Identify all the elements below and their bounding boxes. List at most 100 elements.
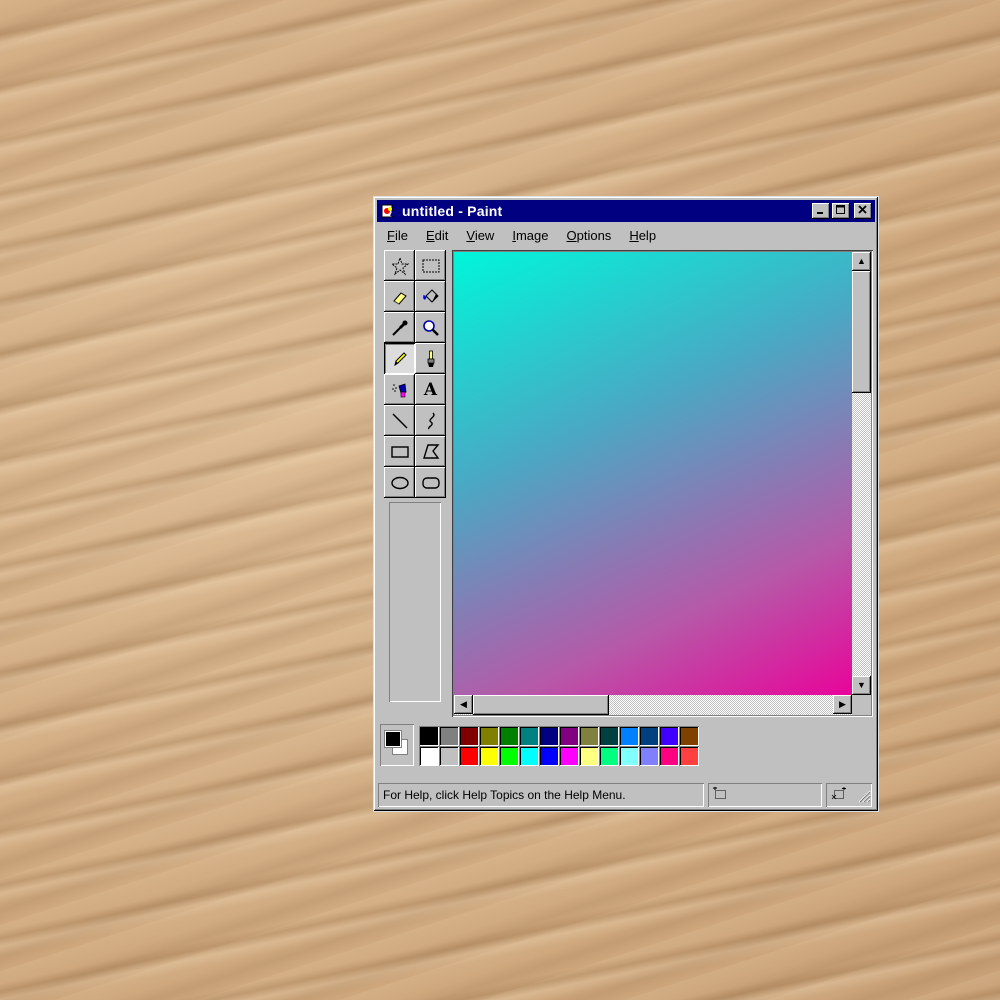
palette-swatch[interactable] (659, 746, 679, 766)
tool-ellipse[interactable] (384, 467, 415, 498)
tool-magnifier[interactable] (415, 312, 446, 343)
palette-swatch[interactable] (439, 746, 459, 766)
menu-edit[interactable]: Edit (416, 228, 456, 243)
menu-image-rest: mage (515, 227, 549, 243)
minimize-button[interactable] (812, 203, 830, 219)
close-button[interactable] (854, 203, 872, 219)
menu-file-access-key: F (387, 227, 395, 243)
menu-bar: File Edit View Image Options Help (377, 225, 875, 245)
horizontal-scrollbar[interactable]: ◀ ▶ (454, 695, 852, 715)
menu-view-rest: iew (474, 227, 495, 243)
tool-rounded-rectangle[interactable] (415, 467, 446, 498)
tool-pencil[interactable] (384, 343, 415, 374)
tool-pick-color[interactable] (384, 312, 415, 343)
status-bar: For Help, click Help Topics on the Help … (378, 782, 876, 808)
tool-line[interactable] (384, 405, 415, 436)
palette-swatch[interactable] (599, 726, 619, 746)
foreground-color-swatch[interactable] (386, 732, 400, 746)
palette-swatch[interactable] (479, 746, 499, 766)
palette-swatch[interactable] (439, 726, 459, 746)
palette-swatch[interactable] (579, 746, 599, 766)
tool-airbrush[interactable] (384, 374, 415, 405)
tool-select[interactable] (415, 250, 446, 281)
tool-brush[interactable] (415, 343, 446, 374)
toolbox: A (382, 250, 446, 706)
maximize-button[interactable] (832, 203, 850, 219)
tool-curve[interactable] (415, 405, 446, 436)
scroll-down-button[interactable]: ▼ (852, 676, 871, 695)
menu-file[interactable]: File (377, 228, 416, 243)
palette-swatch[interactable] (419, 746, 439, 766)
palette-swatch[interactable] (479, 726, 499, 746)
rounded-rectangle-icon (421, 476, 440, 489)
scrollbar-corner (852, 695, 871, 715)
tool-free-form-select[interactable] (384, 250, 415, 281)
palette-swatch[interactable] (599, 746, 619, 766)
menu-help[interactable]: Help (619, 228, 664, 243)
palette-swatch[interactable] (619, 746, 639, 766)
palette-swatch[interactable] (659, 726, 679, 746)
menu-view-access-key: V (466, 227, 475, 243)
tool-options-box[interactable] (389, 502, 441, 702)
current-colors[interactable] (380, 724, 414, 766)
scroll-left-button[interactable]: ◀ (454, 695, 473, 714)
palette-swatch[interactable] (459, 746, 479, 766)
menu-options[interactable]: Options (556, 228, 619, 243)
menu-options-rest: ptions (576, 227, 612, 243)
tool-polygon[interactable] (415, 436, 446, 467)
palette-swatch[interactable] (679, 746, 699, 766)
scroll-up-button[interactable]: ▲ (852, 252, 871, 271)
drawing-canvas[interactable] (454, 252, 852, 695)
color-box (380, 724, 874, 774)
polygon-icon (422, 443, 439, 459)
tool-text[interactable]: A (415, 374, 446, 405)
line-icon (391, 412, 408, 429)
scroll-up-arrow-icon: ▲ (857, 256, 866, 266)
palette-swatch[interactable] (459, 726, 479, 746)
paint-bucket-icon (422, 288, 439, 303)
vertical-scroll-thumb[interactable] (852, 271, 871, 393)
menu-edit-rest: dit (434, 227, 449, 243)
palette-swatch[interactable] (519, 746, 539, 766)
airbrush-icon (391, 382, 406, 397)
palette-swatch[interactable] (639, 746, 659, 766)
palette-swatch[interactable] (539, 746, 559, 766)
horizontal-scroll-thumb[interactable] (473, 695, 609, 715)
status-message: For Help, click Help Topics on the Help … (378, 783, 704, 807)
palette-swatch[interactable] (519, 726, 539, 746)
palette-swatch[interactable] (619, 726, 639, 746)
tool-fill-with-color[interactable] (415, 281, 446, 312)
palette-swatch[interactable] (539, 726, 559, 746)
vertical-scrollbar[interactable]: ▲ ▼ (852, 252, 871, 695)
paint-app-icon[interactable] (380, 202, 398, 220)
scroll-right-button[interactable]: ▶ (833, 695, 852, 714)
palette-swatch[interactable] (679, 726, 699, 746)
palette-swatches (419, 726, 699, 766)
selection-size-icon (830, 786, 848, 805)
pencil-icon (393, 351, 407, 366)
menu-image[interactable]: Image (502, 228, 556, 243)
eraser-icon (392, 291, 407, 305)
palette-swatch[interactable] (559, 746, 579, 766)
palette-swatch[interactable] (499, 726, 519, 746)
menu-view[interactable]: View (456, 228, 502, 243)
tool-eraser[interactable] (384, 281, 415, 312)
palette-swatch[interactable] (419, 726, 439, 746)
palette-swatch[interactable] (559, 726, 579, 746)
text-icon: A (423, 379, 438, 400)
menu-help-access-key: H (629, 227, 639, 243)
resize-grip-icon[interactable] (857, 789, 871, 806)
tool-rectangle[interactable] (384, 436, 415, 467)
paint-window: untitled - Paint File Edit View Image Op… (373, 196, 879, 812)
title-bar[interactable]: untitled - Paint (377, 200, 875, 222)
canvas-frame: ▲ ▼ ◀ ▶ (452, 250, 873, 717)
brush-icon (427, 350, 434, 367)
rectangle-icon (390, 445, 409, 458)
maximize-icon (836, 204, 846, 218)
palette-swatch[interactable] (499, 746, 519, 766)
palette-swatch[interactable] (579, 726, 599, 746)
status-cursor-position (708, 783, 822, 807)
palette-swatch[interactable] (639, 726, 659, 746)
menu-file-rest: ile (394, 227, 408, 243)
star-select-icon (390, 255, 409, 275)
